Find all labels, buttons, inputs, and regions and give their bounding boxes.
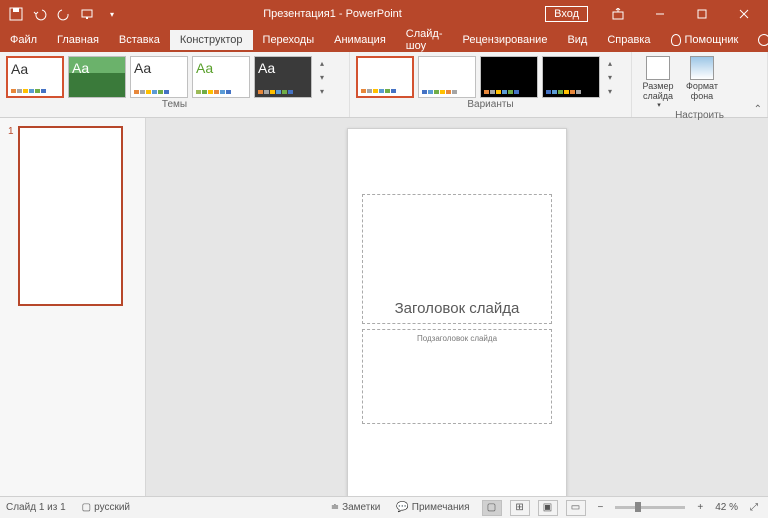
variants-group: ▴ ▾ ▾ Варианты: [350, 52, 632, 117]
tab-help[interactable]: Справка: [597, 30, 660, 50]
status-right: ≐Заметки 💬 Примечания ▢ ⊞ ▣ ▭ − + 42 % ⤢: [327, 500, 762, 516]
zoom-in-icon[interactable]: +: [693, 502, 707, 513]
zoom-handle[interactable]: [635, 502, 641, 512]
more-icon: ▾: [608, 87, 612, 96]
slide-size-icon: [646, 56, 670, 80]
tab-insert[interactable]: Вставка: [109, 30, 170, 50]
variant-thumb-1[interactable]: [356, 56, 414, 98]
reading-view-icon[interactable]: ▣: [538, 500, 558, 516]
lightbulb-icon: [671, 34, 681, 46]
zoom-level[interactable]: 42 %: [715, 502, 738, 513]
thumbnail-item[interactable]: 1: [8, 126, 137, 306]
thumbnail-number: 1: [8, 126, 14, 306]
chevron-up-icon: ▴: [608, 59, 612, 68]
slideshow-view-icon[interactable]: ▭: [566, 500, 586, 516]
workspace: 1 Заголовок слайда Подзаголовок слайда: [0, 118, 768, 496]
subtitle-placeholder-text: Подзаголовок слайда: [417, 334, 497, 343]
slide-counter[interactable]: Слайд 1 из 1: [6, 502, 66, 513]
more-icon: ▾: [320, 87, 324, 96]
theme-thumb-4[interactable]: Aa: [192, 56, 250, 98]
slide-canvas[interactable]: Заголовок слайда Подзаголовок слайда: [146, 118, 768, 496]
title-placeholder[interactable]: Заголовок слайда: [362, 194, 552, 324]
comments-label: Примечания: [412, 502, 470, 513]
tab-design[interactable]: Конструктор: [170, 30, 253, 50]
spellcheck-icon: ▢: [82, 502, 91, 513]
variants-row: ▴ ▾ ▾: [350, 52, 631, 98]
collapse-ribbon-icon[interactable]: ⌃: [754, 104, 762, 115]
save-icon[interactable]: [8, 6, 24, 22]
zoom-out-icon[interactable]: −: [594, 502, 608, 513]
format-background-label: Формат фона: [682, 82, 722, 102]
login-button[interactable]: Вход: [545, 6, 588, 22]
theme-thumb-1[interactable]: Aa: [6, 56, 64, 98]
thumbnail-slide: [18, 126, 123, 306]
variants-more[interactable]: ▴ ▾ ▾: [604, 56, 616, 98]
start-from-beginning-icon[interactable]: [80, 6, 96, 22]
tell-me-button[interactable]: Помощник: [661, 34, 749, 46]
status-bar: Слайд 1 из 1 ▢русский ≐Заметки 💬Примечан…: [0, 496, 768, 518]
customize-group: Размер слайда▾ Формат фона Настроить: [632, 52, 768, 117]
format-background-button[interactable]: Формат фона: [682, 56, 722, 109]
slide-size-button[interactable]: Размер слайда▾: [638, 56, 678, 109]
ribbon-tabs: Файл Главная Вставка Конструктор Переход…: [0, 28, 768, 52]
theme-thumb-2[interactable]: Aa: [68, 56, 126, 98]
variant-thumb-3[interactable]: [480, 56, 538, 98]
tab-animations[interactable]: Анимация: [324, 30, 396, 50]
language-label: русский: [94, 502, 130, 513]
redo-icon[interactable]: [56, 6, 72, 22]
tab-review[interactable]: Рецензирование: [453, 30, 558, 50]
tab-transitions[interactable]: Переходы: [253, 30, 325, 50]
subtitle-placeholder[interactable]: Подзаголовок слайда: [362, 329, 552, 424]
qat-dropdown-icon[interactable]: ▾: [104, 6, 120, 22]
notes-button[interactable]: ≐Заметки: [327, 502, 385, 513]
chevron-down-icon: ▾: [657, 102, 661, 110]
normal-view-icon[interactable]: ▢: [482, 500, 502, 516]
tab-file[interactable]: Файл: [0, 30, 47, 50]
language-button[interactable]: ▢русский: [78, 502, 134, 513]
theme-thumb-5[interactable]: Aa: [254, 56, 312, 98]
notes-icon: ≐: [331, 502, 339, 513]
slide[interactable]: Заголовок слайда Подзаголовок слайда: [347, 128, 567, 496]
window-title: Презентация1 - PowerPoint: [120, 8, 545, 20]
zoom-slider[interactable]: [615, 506, 685, 509]
title-placeholder-text: Заголовок слайда: [395, 300, 520, 317]
variant-thumb-4[interactable]: [542, 56, 600, 98]
tab-home[interactable]: Главная: [47, 30, 109, 50]
comments-icon: 💬: [396, 502, 408, 513]
helper-label: Помощник: [685, 34, 739, 46]
share-icon: [758, 34, 768, 46]
undo-icon[interactable]: [32, 6, 48, 22]
slide-thumbnails-panel: 1: [0, 118, 146, 496]
quick-access-toolbar: ▾: [0, 6, 120, 22]
variant-thumb-2[interactable]: [418, 56, 476, 98]
customize-label: Настроить: [632, 109, 767, 123]
variants-label: Варианты: [350, 98, 631, 112]
themes-row: Aa Aa Aa Aa Aa ▴ ▾ ▾: [0, 52, 349, 98]
chevron-down-icon: ▾: [320, 73, 324, 82]
fit-to-window-icon[interactable]: ⤢: [746, 502, 762, 513]
chevron-up-icon: ▴: [320, 59, 324, 68]
themes-group: Aa Aa Aa Aa Aa ▴ ▾ ▾ Темы: [0, 52, 350, 117]
themes-more[interactable]: ▴ ▾ ▾: [316, 56, 328, 98]
theme-thumb-3[interactable]: Aa: [130, 56, 188, 98]
status-left: Слайд 1 из 1 ▢русский: [6, 502, 134, 513]
ribbon: Aa Aa Aa Aa Aa ▴ ▾ ▾ Темы ▴ ▾ ▾ Варианты Раз…: [0, 52, 768, 118]
tab-view[interactable]: Вид: [557, 30, 597, 50]
chevron-down-icon: ▾: [608, 73, 612, 82]
slide-sorter-view-icon[interactable]: ⊞: [510, 500, 530, 516]
comments-button[interactable]: 💬 Примечания: [392, 502, 473, 513]
themes-label: Темы: [0, 98, 349, 112]
slide-size-label: Размер слайда: [638, 82, 678, 102]
format-background-icon: [690, 56, 714, 80]
share-button[interactable]: Поделиться: [748, 34, 768, 46]
notes-label: Заметки: [342, 502, 380, 513]
